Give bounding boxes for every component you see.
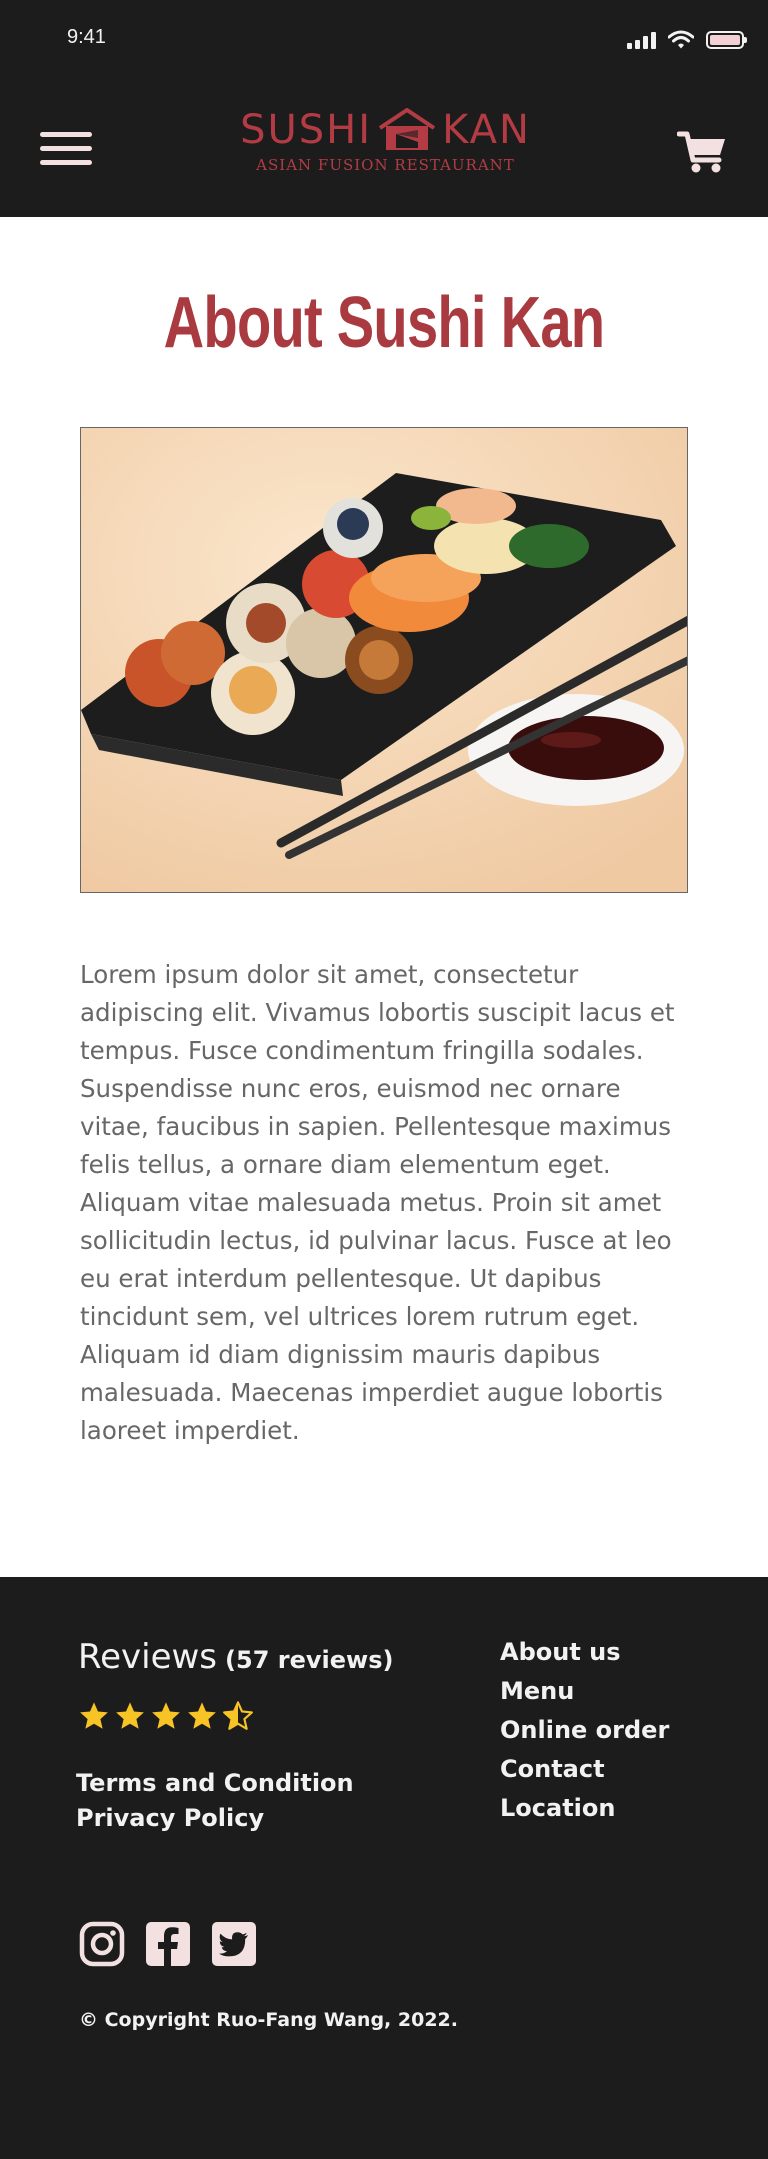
battery-icon: [706, 31, 747, 49]
house-icon: [378, 108, 436, 150]
footer-link-contact[interactable]: Contact: [500, 1750, 669, 1789]
hamburger-menu-icon[interactable]: [40, 130, 92, 168]
logo-title: SUSHI KAN: [233, 108, 538, 152]
shopping-cart-icon[interactable]: [677, 128, 727, 174]
sushi-platter-photo: [80, 427, 688, 893]
star-icon: [188, 1702, 216, 1729]
footer-link-menu[interactable]: Menu: [500, 1672, 669, 1711]
copyright-text: © Copyright Ruo-Fang Wang, 2022.: [79, 2009, 458, 2031]
twitter-icon[interactable]: [211, 1921, 257, 1967]
footer: Reviews (57 reviews) Terms and Condition …: [0, 1577, 768, 2159]
cellular-signal-icon: [627, 31, 656, 49]
instagram-icon[interactable]: [79, 1921, 125, 1967]
status-time: 9:41: [67, 26, 106, 48]
logo-title-right: KAN: [442, 107, 531, 153]
wifi-icon: [668, 30, 694, 49]
star-icon: [80, 1702, 108, 1729]
facebook-icon[interactable]: [145, 1921, 191, 1967]
logo-title-left: SUSHI: [240, 107, 373, 153]
status-icons: [627, 30, 747, 50]
about-body-text: Lorem ipsum dolor sit amet, consectetur …: [80, 960, 675, 1445]
star-icon: [152, 1702, 180, 1729]
terms-link[interactable]: Terms and Condition: [76, 1766, 354, 1801]
half-star-icon: [223, 1701, 253, 1730]
footer-link-about-us[interactable]: About us: [500, 1633, 669, 1672]
privacy-policy-link[interactable]: Privacy Policy: [76, 1801, 354, 1836]
reviews-count: (57 reviews): [225, 1646, 394, 1674]
reviews-label: Reviews: [78, 1637, 218, 1677]
footer-link-online-order[interactable]: Online order: [500, 1711, 669, 1750]
page-title: About Sushi Kan: [163, 283, 605, 363]
social-links: [79, 1921, 257, 1967]
top-header: 9:41 SUSHI KAN ASIAN FUSION RESTAURANT: [0, 0, 768, 217]
footer-nav: About us Menu Online order Contact Locat…: [500, 1633, 669, 1828]
reviews-heading[interactable]: Reviews (57 reviews): [78, 1637, 393, 1677]
sushi-illustration: [81, 428, 687, 892]
footer-link-location[interactable]: Location: [500, 1789, 669, 1828]
star-rating: [78, 1700, 254, 1732]
restaurant-logo[interactable]: SUSHI KAN ASIAN FUSION RESTAURANT: [233, 108, 538, 188]
star-icon: [116, 1702, 144, 1729]
legal-links: Terms and Condition Privacy Policy: [76, 1766, 354, 1836]
logo-subtitle: ASIAN FUSION RESTAURANT: [256, 156, 515, 174]
